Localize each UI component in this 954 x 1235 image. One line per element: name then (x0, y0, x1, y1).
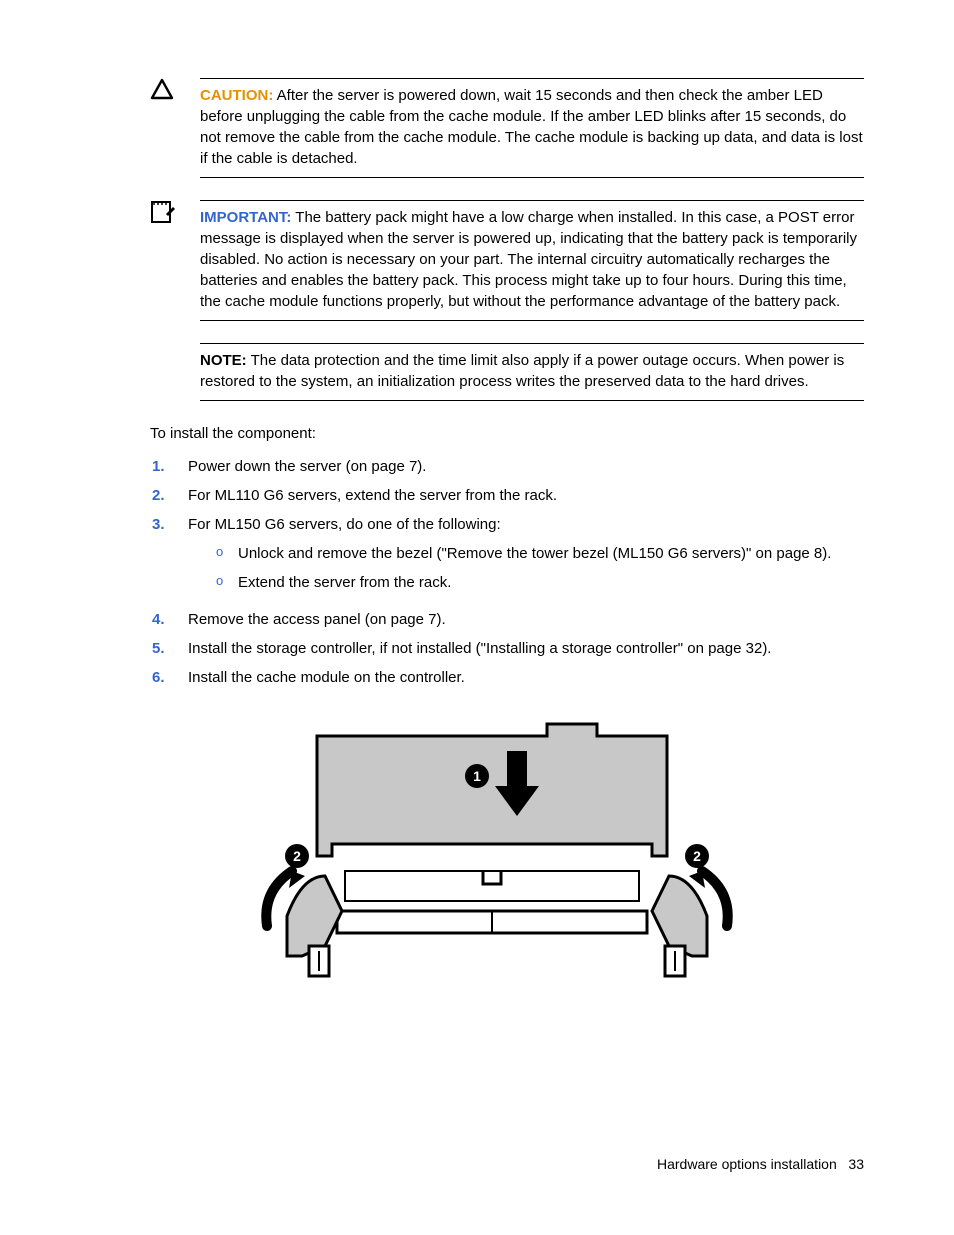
step-item: 2. For ML110 G6 servers, extend the serv… (152, 485, 864, 506)
important-label: IMPORTANT: (200, 209, 291, 226)
page-footer: Hardware options installation 33 (657, 1155, 864, 1175)
substep-text: Extend the server from the rack. (238, 572, 451, 593)
step-text-inner: For ML150 G6 servers, do one of the foll… (188, 516, 501, 533)
step-number: 4. (152, 609, 188, 630)
note-text: The data protection and the time limit a… (200, 352, 844, 390)
important-callout: IMPORTANT: The battery pack might have a… (150, 200, 864, 321)
step-item: 6. Install the cache module on the contr… (152, 667, 864, 688)
important-text: The battery pack might have a low charge… (200, 209, 857, 310)
steps-list: 1. Power down the server (on page 7). 2.… (152, 456, 864, 688)
substep-item: o Unlock and remove the bezel ("Remove t… (216, 543, 864, 564)
intro-text: To install the component: (150, 423, 864, 444)
substep-text: Unlock and remove the bezel ("Remove the… (238, 543, 831, 564)
svg-text:2: 2 (293, 848, 301, 864)
page: CAUTION: After the server is powered dow… (0, 0, 954, 1235)
step-number: 3. (152, 514, 188, 601)
step-number: 2. (152, 485, 188, 506)
important-icon (150, 200, 200, 230)
step-text: Remove the access panel (on page 7). (188, 609, 864, 630)
step-text: For ML110 G6 servers, extend the server … (188, 485, 864, 506)
step-number: 5. (152, 638, 188, 659)
bullet-icon: o (216, 572, 238, 593)
step-item: 1. Power down the server (on page 7). (152, 456, 864, 477)
caution-icon (150, 78, 200, 106)
step-item: 4. Remove the access panel (on page 7). (152, 609, 864, 630)
svg-text:1: 1 (473, 768, 481, 784)
footer-section: Hardware options installation (657, 1156, 837, 1172)
bullet-icon: o (216, 543, 238, 564)
svg-text:2: 2 (693, 848, 701, 864)
step-number: 1. (152, 456, 188, 477)
substeps-list: o Unlock and remove the bezel ("Remove t… (216, 543, 864, 593)
install-figure: 1 2 2 (150, 716, 864, 1012)
step-item: 3. For ML150 G6 servers, do one of the f… (152, 514, 864, 601)
step-item: 5. Install the storage controller, if no… (152, 638, 864, 659)
step-text: For ML150 G6 servers, do one of the foll… (188, 514, 864, 601)
caution-body: CAUTION: After the server is powered dow… (200, 78, 864, 178)
step-text: Power down the server (on page 7). (188, 456, 864, 477)
step-text: Install the cache module on the controll… (188, 667, 864, 688)
caution-callout: CAUTION: After the server is powered dow… (150, 78, 864, 178)
important-body: IMPORTANT: The battery pack might have a… (200, 200, 864, 321)
caution-text: After the server is powered down, wait 1… (200, 87, 863, 167)
step-number: 6. (152, 667, 188, 688)
note-body: NOTE: The data protection and the time l… (200, 343, 864, 401)
footer-page: 33 (848, 1156, 864, 1172)
step-text: Install the storage controller, if not i… (188, 638, 864, 659)
note-label: NOTE: (200, 352, 247, 369)
note-callout: NOTE: The data protection and the time l… (200, 343, 864, 401)
caution-label: CAUTION: (200, 87, 273, 104)
substep-item: o Extend the server from the rack. (216, 572, 864, 593)
